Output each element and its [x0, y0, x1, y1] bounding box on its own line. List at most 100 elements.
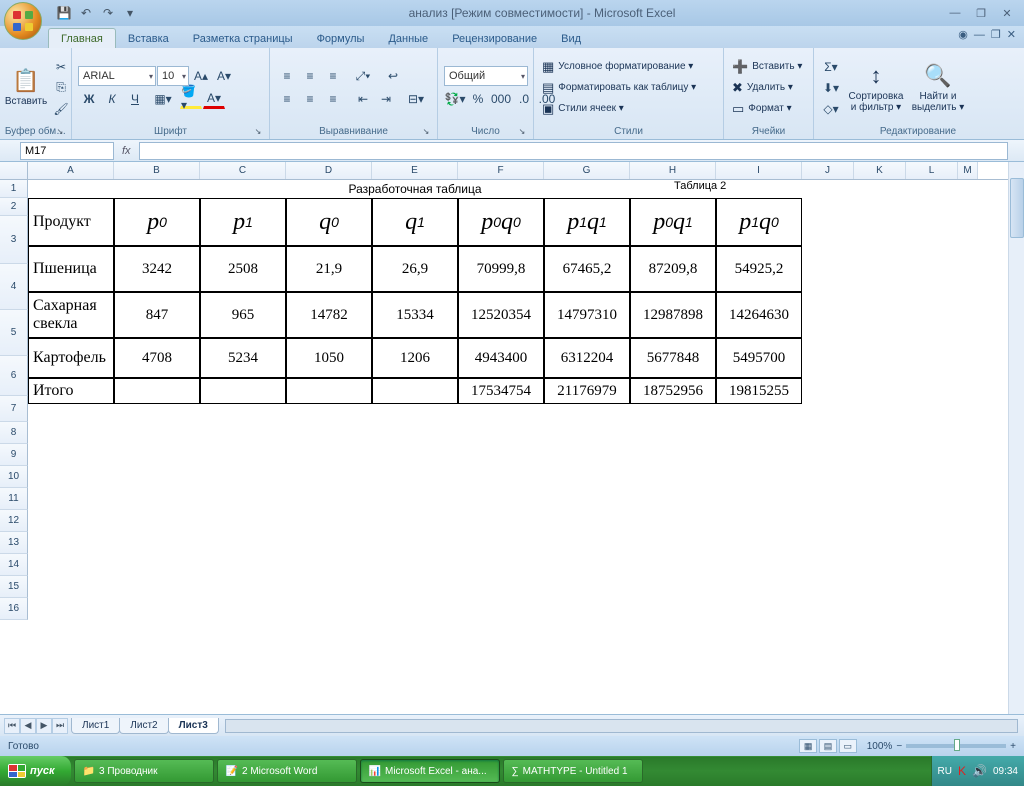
align-bottom-icon[interactable]: ≡	[322, 66, 344, 86]
italic-button[interactable]: К	[101, 89, 123, 109]
align-top-icon[interactable]: ≡	[276, 66, 298, 86]
currency-icon[interactable]: 💱▾	[444, 89, 466, 109]
col-header-J[interactable]: J	[802, 162, 854, 179]
merge-center-icon[interactable]: ⊟▾	[405, 89, 427, 109]
sort-filter-button[interactable]: ↕Сортировка и фильтр ▾	[846, 50, 906, 125]
col-header-F[interactable]: F	[458, 162, 544, 179]
clock[interactable]: 09:34	[993, 766, 1018, 777]
start-button[interactable]: пуск	[0, 756, 71, 786]
col-header-H[interactable]: H	[630, 162, 716, 179]
row-header-13[interactable]: 13	[0, 532, 28, 554]
close-button[interactable]: ✕	[996, 5, 1018, 21]
delete-cells-button[interactable]: ✖Удалить ▾	[730, 78, 807, 98]
comma-icon[interactable]: 000	[490, 89, 512, 109]
sheet-nav-next[interactable]: ▶	[36, 718, 52, 734]
taskbar-button[interactable]: ∑MATHTYPE - Untitled 1	[503, 759, 643, 783]
cut-icon[interactable]: ✂	[50, 57, 72, 77]
copy-icon[interactable]: ⎘	[50, 78, 72, 98]
number-format-combo[interactable]: Общий	[444, 66, 528, 86]
col-header-A[interactable]: A	[28, 162, 114, 179]
col-header-K[interactable]: K	[854, 162, 906, 179]
col-header-G[interactable]: G	[544, 162, 630, 179]
page-layout-view-button[interactable]: ▤	[819, 739, 837, 753]
tab-page-layout[interactable]: Разметка страницы	[181, 29, 305, 48]
shrink-font-icon[interactable]: A▾	[213, 66, 235, 86]
zoom-out-button[interactable]: −	[896, 741, 902, 752]
vertical-scrollbar[interactable]	[1008, 162, 1024, 714]
autosum-icon[interactable]: Σ▾	[820, 57, 842, 77]
help-icon[interactable]: ◉	[958, 28, 968, 41]
taskbar-button[interactable]: 📊Microsoft Excel - ана...	[360, 759, 500, 783]
row-header-4[interactable]: 4	[0, 264, 28, 310]
conditional-formatting-button[interactable]: ▦Условное форматирование ▾	[540, 57, 717, 77]
col-header-E[interactable]: E	[372, 162, 458, 179]
fx-icon[interactable]: fx	[122, 145, 131, 157]
row-header-3[interactable]: 3	[0, 216, 28, 264]
number-launcher[interactable]: ↘	[517, 127, 527, 137]
find-select-button[interactable]: 🔍Найти и выделить ▾	[908, 50, 968, 125]
redo-icon[interactable]: ↷	[98, 3, 118, 23]
sheet-tab[interactable]: Лист3	[168, 718, 219, 734]
align-middle-icon[interactable]: ≡	[299, 66, 321, 86]
tab-insert[interactable]: Вставка	[116, 29, 181, 48]
tray-volume-icon[interactable]: 🔊	[972, 764, 987, 778]
align-left-icon[interactable]: ≡	[276, 89, 298, 109]
decrease-indent-icon[interactable]: ⇤	[352, 89, 374, 109]
sheet-tab[interactable]: Лист1	[71, 718, 120, 734]
save-icon[interactable]: 💾	[54, 3, 74, 23]
tab-review[interactable]: Рецензирование	[440, 29, 549, 48]
col-header-I[interactable]: I	[716, 162, 802, 179]
orientation-icon[interactable]: ⤢▾	[352, 66, 374, 86]
page-break-view-button[interactable]: ▭	[839, 739, 857, 753]
grow-font-icon[interactable]: A▴	[190, 66, 212, 86]
office-button[interactable]	[4, 2, 42, 40]
col-header-C[interactable]: C	[200, 162, 286, 179]
row-header-12[interactable]: 12	[0, 510, 28, 532]
zoom-slider[interactable]	[906, 744, 1006, 748]
col-header-L[interactable]: L	[906, 162, 958, 179]
cell-styles-button[interactable]: ▣Стили ячеек ▾	[540, 99, 717, 119]
tray-kaspersky-icon[interactable]: K	[958, 764, 966, 778]
sheet-nav-last[interactable]: ⏭	[52, 718, 68, 734]
row-header-7[interactable]: 7	[0, 396, 28, 422]
align-launcher[interactable]: ↘	[421, 127, 431, 137]
row-header-8[interactable]: 8	[0, 422, 28, 444]
underline-button[interactable]: Ч	[124, 89, 146, 109]
language-indicator[interactable]: RU	[938, 766, 952, 777]
tab-formulas[interactable]: Формулы	[305, 29, 377, 48]
normal-view-button[interactable]: ▦	[799, 739, 817, 753]
sheet-tab[interactable]: Лист2	[119, 718, 168, 734]
clear-icon[interactable]: ◇▾	[820, 99, 842, 119]
paste-button[interactable]: 📋Вставить	[4, 50, 48, 125]
tab-data[interactable]: Данные	[376, 29, 440, 48]
fill-icon[interactable]: ⬇▾	[820, 78, 842, 98]
row-header-6[interactable]: 6	[0, 356, 28, 396]
row-header-10[interactable]: 10	[0, 466, 28, 488]
wrap-text-icon[interactable]: ↩	[382, 66, 404, 86]
zoom-in-button[interactable]: +	[1010, 741, 1016, 752]
qat-more-icon[interactable]: ▾	[120, 3, 140, 23]
select-all-button[interactable]	[0, 162, 28, 179]
col-header-D[interactable]: D	[286, 162, 372, 179]
format-as-table-button[interactable]: ▤Форматировать как таблицу ▾	[540, 78, 717, 98]
ribbon-restore-icon[interactable]: ❐	[991, 28, 1001, 41]
ribbon-close-icon[interactable]: ✕	[1007, 28, 1016, 41]
col-header-M[interactable]: M	[958, 162, 978, 179]
tab-home[interactable]: Главная	[48, 28, 116, 48]
font-name-combo[interactable]: ARIAL	[78, 66, 156, 86]
fill-color-icon[interactable]: 🪣▾	[180, 89, 202, 109]
font-color-icon[interactable]: A▾	[203, 89, 225, 109]
bold-button[interactable]: Ж	[78, 89, 100, 109]
taskbar-button[interactable]: 📝2 Microsoft Word	[217, 759, 357, 783]
undo-icon[interactable]: ↶	[76, 3, 96, 23]
taskbar-button[interactable]: 📁3 Проводник	[74, 759, 214, 783]
maximize-button[interactable]: ❐	[970, 5, 992, 21]
percent-icon[interactable]: %	[467, 89, 489, 109]
insert-cells-button[interactable]: ➕Вставить ▾	[730, 57, 807, 77]
row-header-5[interactable]: 5	[0, 310, 28, 356]
format-painter-icon[interactable]: 🖌	[50, 99, 72, 119]
formula-input[interactable]	[139, 142, 1008, 160]
zoom-level[interactable]: 100%	[867, 741, 893, 752]
row-header-16[interactable]: 16	[0, 598, 28, 620]
format-cells-button[interactable]: ▭Формат ▾	[730, 99, 807, 119]
